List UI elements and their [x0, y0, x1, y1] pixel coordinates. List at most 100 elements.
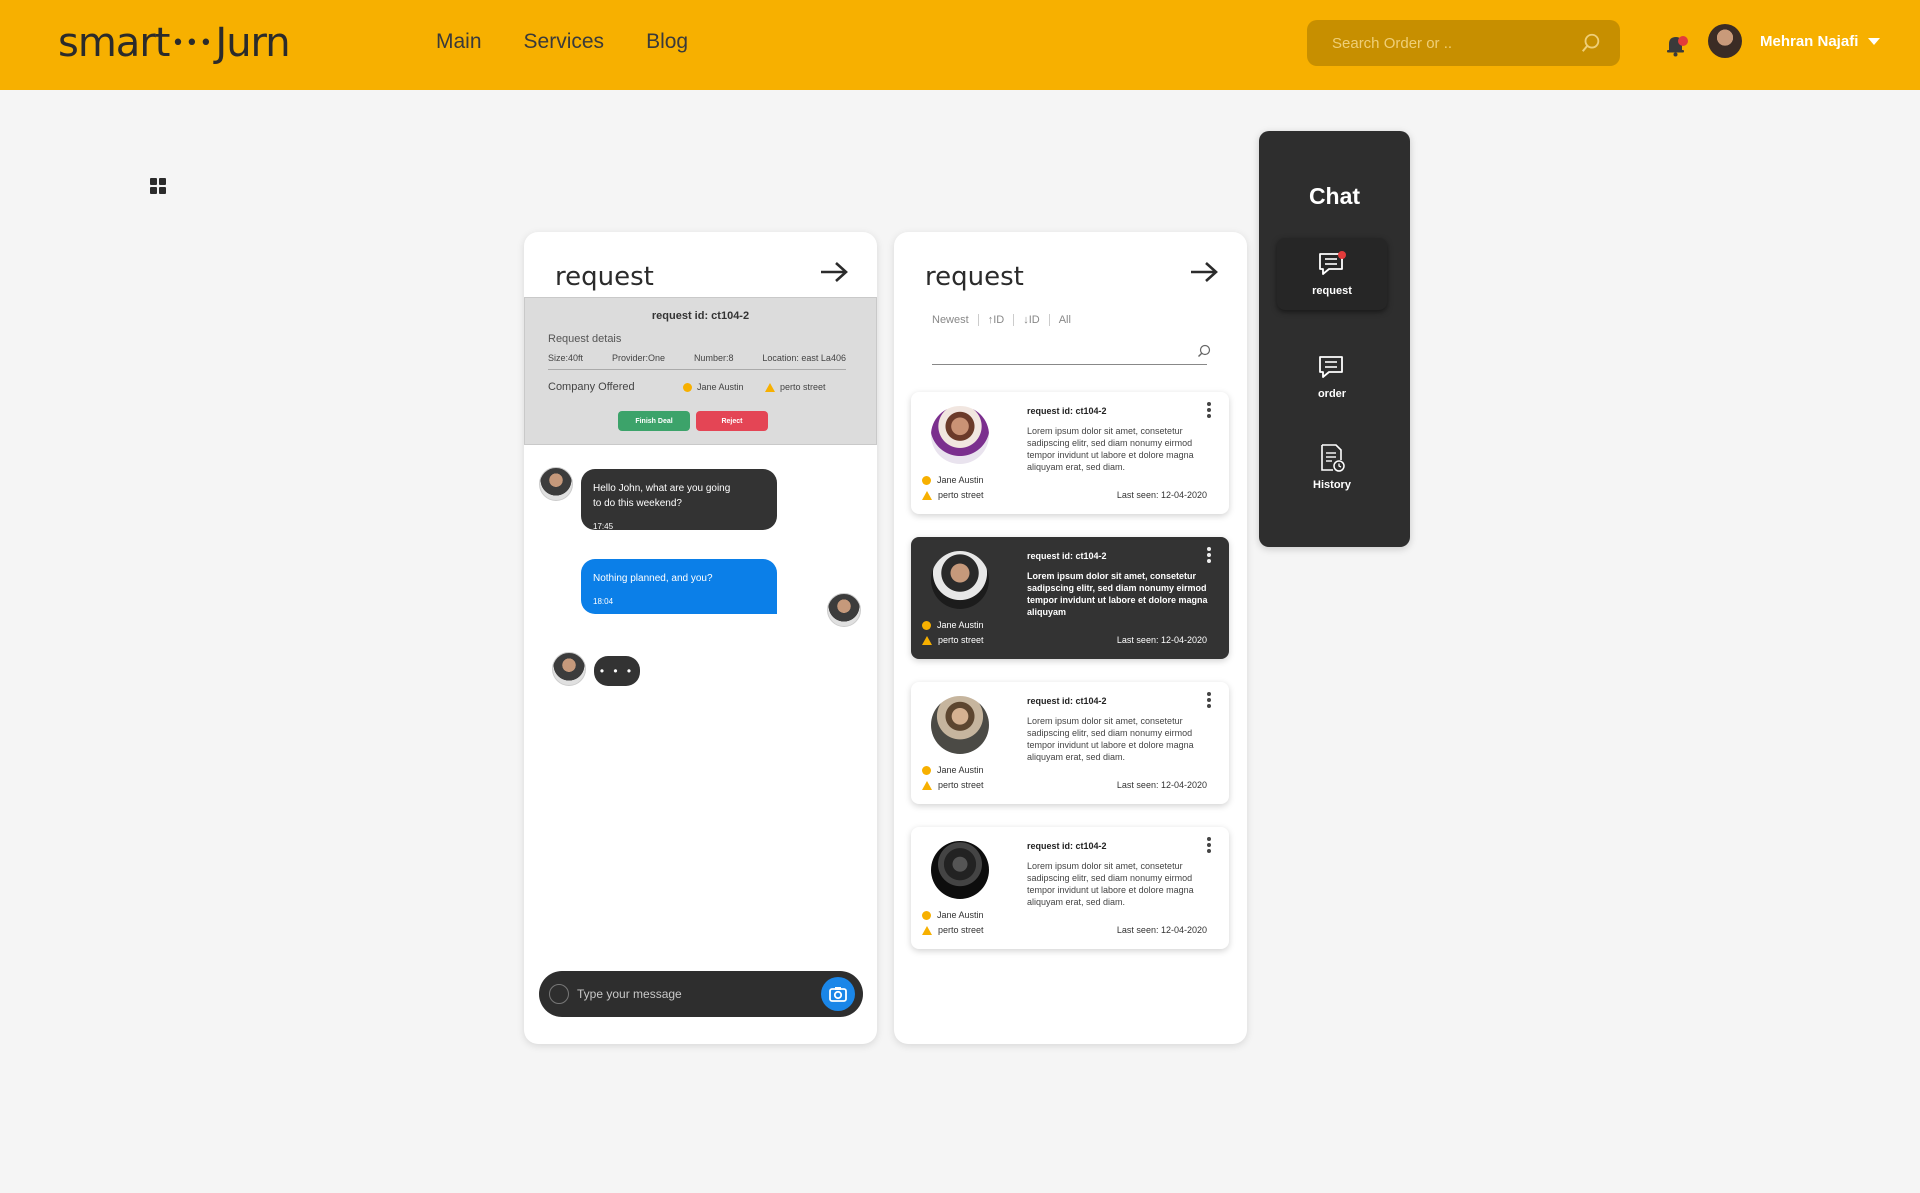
sidebar-title: Chat	[1308, 183, 1361, 209]
card-street: perto street	[922, 780, 984, 790]
spec-number: Number:8	[693, 353, 734, 363]
outgoing-message: Nothing planned, and you? 18:04	[581, 559, 777, 614]
card-request-id: request id: ct104-2	[1027, 841, 1107, 851]
logo-text-right: Jurn	[215, 20, 290, 66]
more-vertical-icon[interactable]	[1207, 692, 1211, 708]
message-line-2: to do this weekend?	[593, 498, 682, 509]
search-icon[interactable]	[1197, 344, 1211, 358]
request-card[interactable]: request id: ct104-2 Lorem ipsum dolor si…	[911, 392, 1229, 514]
chat-bubble-icon	[1319, 356, 1343, 378]
spec-provider: Provider:One	[611, 353, 665, 363]
panel-title: request	[555, 262, 654, 292]
filter-id-desc[interactable]: ↓ID	[1014, 314, 1050, 326]
nav-blog[interactable]: Blog	[646, 30, 688, 54]
request-chat-panel: request request id: ct104-2 Request deta…	[524, 232, 877, 1044]
card-request-id: request id: ct104-2	[1027, 696, 1107, 706]
card-avatar	[931, 696, 989, 754]
sidebar-item-request[interactable]: request	[1277, 238, 1387, 310]
more-vertical-icon[interactable]	[1207, 402, 1211, 418]
person-icon	[922, 910, 931, 920]
camera-button[interactable]	[821, 977, 855, 1011]
person-name: Jane Austin	[937, 910, 984, 920]
logo[interactable]: smart ••• Jurn	[58, 18, 291, 68]
main-nav: Main Services Blog	[436, 30, 730, 54]
filter-newest[interactable]: Newest	[932, 314, 979, 326]
arrow-right-icon[interactable]	[819, 260, 849, 284]
spec-location: Location: east La406	[762, 353, 846, 363]
home-icon	[765, 382, 775, 392]
message-time: 17:45	[593, 522, 614, 531]
finish-deal-button[interactable]: Finish Deal	[618, 411, 690, 431]
company-person: Jane Austin	[683, 382, 744, 392]
person-name: Jane Austin	[937, 765, 984, 775]
request-card-selected[interactable]: request id: ct104-2 Lorem ipsum dolor si…	[911, 537, 1229, 659]
card-description: Lorem ipsum dolor sit amet, consetetur s…	[1027, 571, 1208, 617]
reject-button[interactable]: Reject	[696, 411, 768, 431]
logo-dots: •••	[171, 30, 214, 56]
incoming-message: Hello John, what are you going to do thi…	[581, 469, 777, 531]
message-input[interactable]	[577, 987, 821, 1001]
history-document-icon	[1321, 444, 1345, 472]
request-specs: Size:40ft Provider:One Number:8 Location…	[548, 353, 846, 370]
user-name[interactable]: Mehran Najafi	[1760, 33, 1858, 50]
card-street: perto street	[922, 635, 984, 645]
card-person: Jane Austin	[922, 475, 984, 485]
card-description: Lorem ipsum dolor sit amet, consetetur s…	[1027, 426, 1194, 472]
home-icon	[922, 925, 932, 935]
message-time: 18:04	[593, 597, 614, 606]
caret-down-icon[interactable]	[1868, 38, 1880, 45]
last-seen: Last seen: 12-04-2020	[1116, 490, 1207, 500]
self-avatar	[827, 593, 861, 627]
filter-search-underline[interactable]	[932, 364, 1207, 365]
last-seen: Last seen: 12-04-2020	[1116, 925, 1207, 935]
person-icon	[922, 475, 931, 485]
camera-icon	[829, 987, 847, 1002]
card-description: Lorem ipsum dolor sit amet, consetetur s…	[1027, 716, 1194, 762]
typing-indicator: • • •	[594, 656, 640, 686]
bell-icon[interactable]	[1664, 32, 1690, 58]
search-input[interactable]	[1332, 34, 1580, 52]
card-description: Lorem ipsum dolor sit amet, consetetur s…	[1027, 861, 1194, 907]
person-name: Jane Austin	[937, 620, 984, 630]
card-avatar	[931, 406, 989, 464]
emoji-icon[interactable]	[549, 984, 569, 1004]
person-name: Jane Austin	[937, 475, 984, 485]
person-icon	[683, 382, 692, 392]
request-id: request id: ct104-2	[651, 310, 750, 322]
user-avatar[interactable]	[1708, 24, 1742, 58]
card-request-id: request id: ct104-2	[1027, 406, 1107, 416]
filter-id-asc[interactable]: ↑ID	[979, 314, 1015, 326]
chat-bubble-icon	[1319, 251, 1346, 275]
sidebar-item-label: History	[1313, 479, 1351, 491]
chat-sidebar: Chat request order History	[1259, 131, 1410, 547]
nav-main[interactable]: Main	[436, 30, 482, 54]
search-bar	[1307, 20, 1620, 66]
card-request-id: request id: ct104-2	[1027, 551, 1107, 561]
card-avatar	[931, 841, 989, 899]
card-street: perto street	[922, 490, 984, 500]
street-name: perto street	[938, 925, 984, 935]
company-street: perto street	[765, 382, 826, 392]
contact-avatar	[552, 652, 586, 686]
message-composer	[539, 971, 863, 1017]
more-vertical-icon[interactable]	[1207, 547, 1211, 563]
request-details-label: Request detais	[548, 333, 622, 345]
sidebar-item-history[interactable]: History	[1277, 431, 1387, 503]
sidebar-item-order[interactable]: order	[1277, 341, 1387, 413]
street-name: perto street	[938, 780, 984, 790]
request-card[interactable]: request id: ct104-2 Lorem ipsum dolor si…	[911, 827, 1229, 949]
dashboard-grid-icon[interactable]	[150, 178, 166, 194]
arrow-right-icon[interactable]	[1189, 260, 1219, 284]
company-offered-label: Company Offered	[548, 381, 635, 393]
card-person: Jane Austin	[922, 620, 984, 630]
more-vertical-icon[interactable]	[1207, 837, 1211, 853]
filter-all[interactable]: All	[1050, 314, 1080, 326]
home-icon	[922, 780, 932, 790]
street-name: perto street	[938, 490, 984, 500]
logo-text-left: smart	[58, 20, 170, 66]
request-card[interactable]: request id: ct104-2 Lorem ipsum dolor si…	[911, 682, 1229, 804]
nav-services[interactable]: Services	[524, 30, 605, 54]
search-icon[interactable]	[1580, 32, 1602, 54]
last-seen: Last seen: 12-04-2020	[1116, 780, 1207, 790]
message-line-1: Hello John, what are you going	[593, 483, 731, 494]
